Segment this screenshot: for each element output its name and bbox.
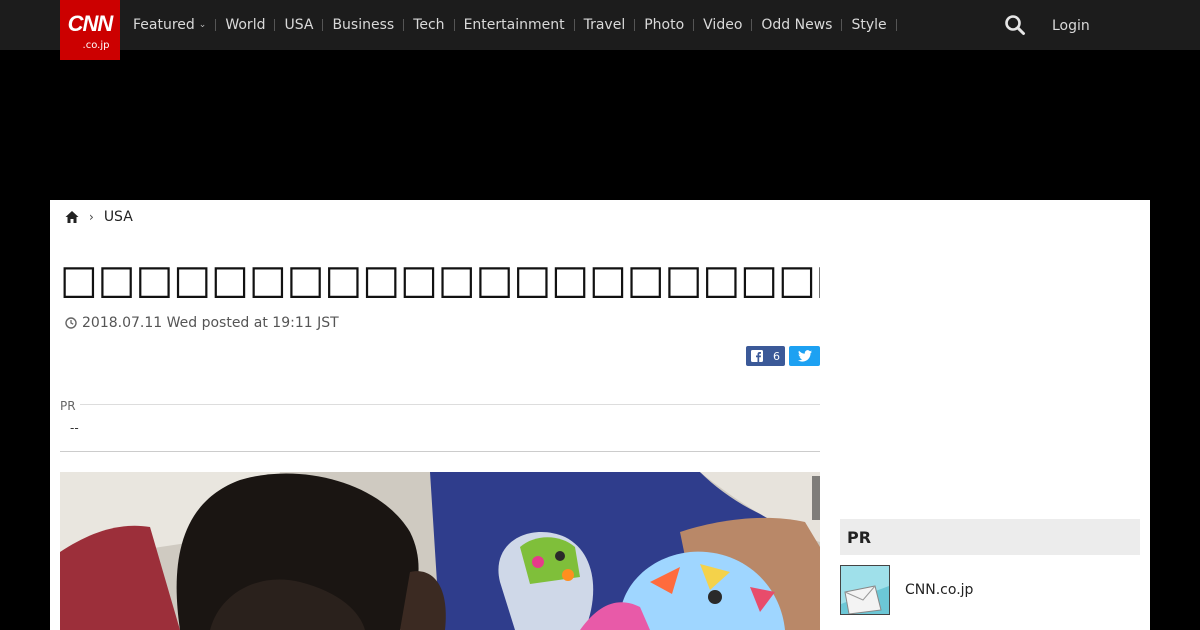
top-navigation-bar: CNN .co.jp Featured ⌄ World USA Business… [0,0,1200,60]
nav-item-odd-news[interactable]: Odd News [761,16,832,34]
clock-icon [65,317,77,329]
article-photo-image [60,472,820,630]
sidebar-pr-item-label: CNN.co.jp [905,582,974,598]
nav-item-photo[interactable]: Photo [644,16,684,34]
nav-item-tech[interactable]: Tech [413,16,444,34]
breadcrumb: › USA [65,209,133,225]
envelope-icon [841,566,889,614]
nav-divider [841,19,843,31]
nav-item-travel[interactable]: Travel [584,16,626,34]
nav-divider [895,19,897,31]
nav-item-usa[interactable]: USA [284,16,313,34]
article-photo [60,472,820,630]
sidebar-pr-heading: PR [840,519,1140,555]
article-timestamp: 2018.07.11 Wed posted at 19:11 JST [82,315,339,331]
nav-item-video[interactable]: Video [703,16,742,34]
nav-divider [751,19,753,31]
nav-divider [403,19,405,31]
pr-divider [80,404,820,405]
facebook-share-count: 6 [773,349,780,363]
article-title: □□□□□□□□□□□□□□□□□□□□□□□□□□□□□□□□ [60,258,820,302]
main-nav: Featured ⌄ World USA Business Tech Enter… [133,15,906,35]
nav-divider [322,19,324,31]
nav-divider [634,19,636,31]
chevron-down-icon: ⌄ [198,20,207,30]
nav-divider [215,19,217,31]
nav-item-business[interactable]: Business [332,16,394,34]
logo-main-text: CNN [67,11,114,36]
logo-sub-text: .co.jp [82,40,110,51]
nav-item-entertainment[interactable]: Entertainment [464,16,565,34]
facebook-icon [751,350,763,362]
nav-divider [274,19,276,31]
pr-text[interactable]: -- [70,421,79,435]
facebook-share-button[interactable]: 6 [746,346,785,366]
cnn-logo[interactable]: CNN .co.jp [60,0,120,60]
article-container: › USA □□□□□□□□□□□□□□□□□□□□□□□□□□□□□□□□ 2… [50,200,1150,630]
nav-divider [693,19,695,31]
chevron-right-icon: › [89,210,94,224]
nav-divider [573,19,575,31]
login-link[interactable]: Login [1052,17,1090,35]
share-buttons: 6 [746,346,820,366]
nav-divider [453,19,455,31]
pr-bottom-divider [60,451,820,452]
sidebar-pr-thumbnail [840,565,890,615]
sidebar-pr-item[interactable]: CNN.co.jp [840,565,973,615]
twitter-share-button[interactable] [789,346,820,366]
home-icon[interactable] [65,210,79,224]
nav-item-featured[interactable]: Featured ⌄ [133,16,206,34]
twitter-icon [797,350,812,362]
search-icon[interactable] [1004,14,1026,36]
pr-label: PR [60,399,76,413]
photo-credit-strip [812,476,820,520]
nav-item-style[interactable]: Style [851,16,886,34]
nav-item-world[interactable]: World [225,16,265,34]
article-meta: 2018.07.11 Wed posted at 19:11 JST [65,315,339,331]
breadcrumb-section-link[interactable]: USA [104,209,133,225]
nav-item-label: Featured [133,17,195,33]
